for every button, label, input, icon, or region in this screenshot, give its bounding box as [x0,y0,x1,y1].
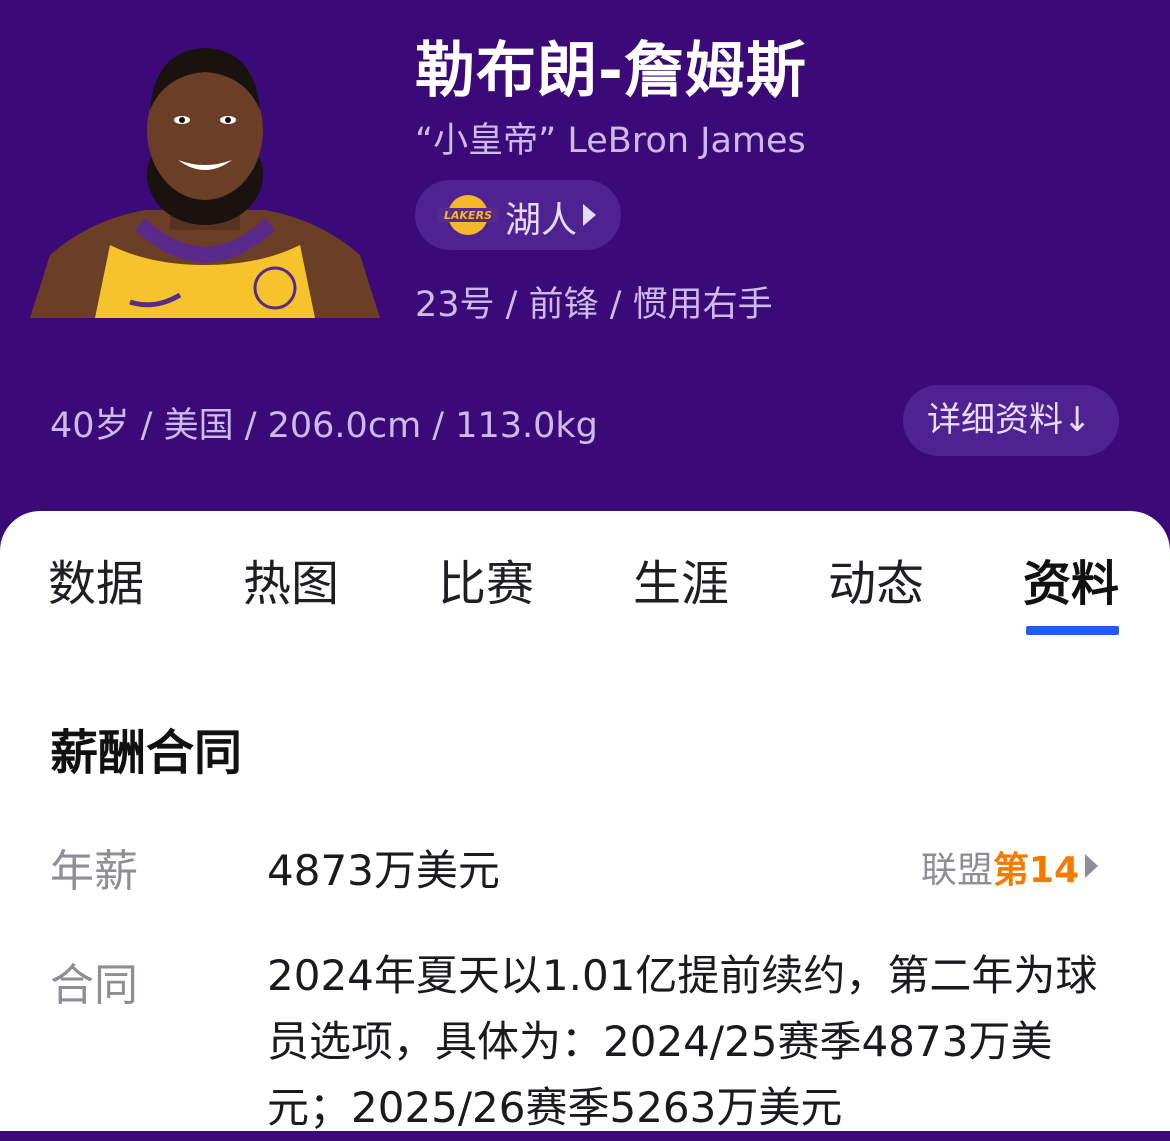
chevron-right-icon [583,204,596,226]
tab-news[interactable]: 动态 [828,544,924,614]
player-avatar [30,40,380,318]
lakers-logo-icon: LAKERS [435,192,501,238]
tab-heatmap[interactable]: 热图 [243,544,339,614]
tab-games[interactable]: 比赛 [438,544,534,614]
chevron-right-icon[interactable] [1085,854,1098,878]
content-panel: 数据 热图 比赛 生涯 动态 资料 薪酬合同 年薪 4873万美元 联盟第14 … [0,511,1170,1132]
player-bio-info: 40岁 / 美国 / 206.0cm / 113.0kg [50,406,598,446]
league-rank-link[interactable]: 联盟第14 [921,841,1079,893]
tab-career[interactable]: 生涯 [633,544,729,614]
section-title: 薪酬合同 [50,725,243,781]
team-button[interactable]: LAKERS 湖人 [415,180,621,250]
contract-details: 2024年夏天以1.01亿提前续约，第二年为球员选项，具体为：2024/25赛季… [267,951,1098,1132]
annual-salary-value: 4873万美元 [267,846,500,895]
player-position-info: 23号 / 前锋 / 惯用右手 [415,285,773,325]
tab-profile[interactable]: 资料 [1023,544,1119,614]
player-name: 勒布朗-詹姆斯 [415,36,807,106]
player-header: 勒布朗-詹姆斯 “小皇帝” LeBron James LAKERS 湖人 23号… [0,0,1170,560]
annual-salary-label: 年薪 [50,846,138,897]
player-nickname: “小皇帝” LeBron James [415,121,806,161]
league-rank-prefix: 联盟 [921,850,994,891]
team-name: 湖人 [505,200,578,241]
league-rank-value: 第14 [993,850,1080,891]
contract-label: 合同 [50,960,138,1011]
active-tab-indicator [1026,626,1119,635]
tab-stats[interactable]: 数据 [48,544,144,614]
details-button[interactable]: 详细资料↓ [903,385,1119,456]
svg-text:LAKERS: LAKERS [444,209,492,222]
